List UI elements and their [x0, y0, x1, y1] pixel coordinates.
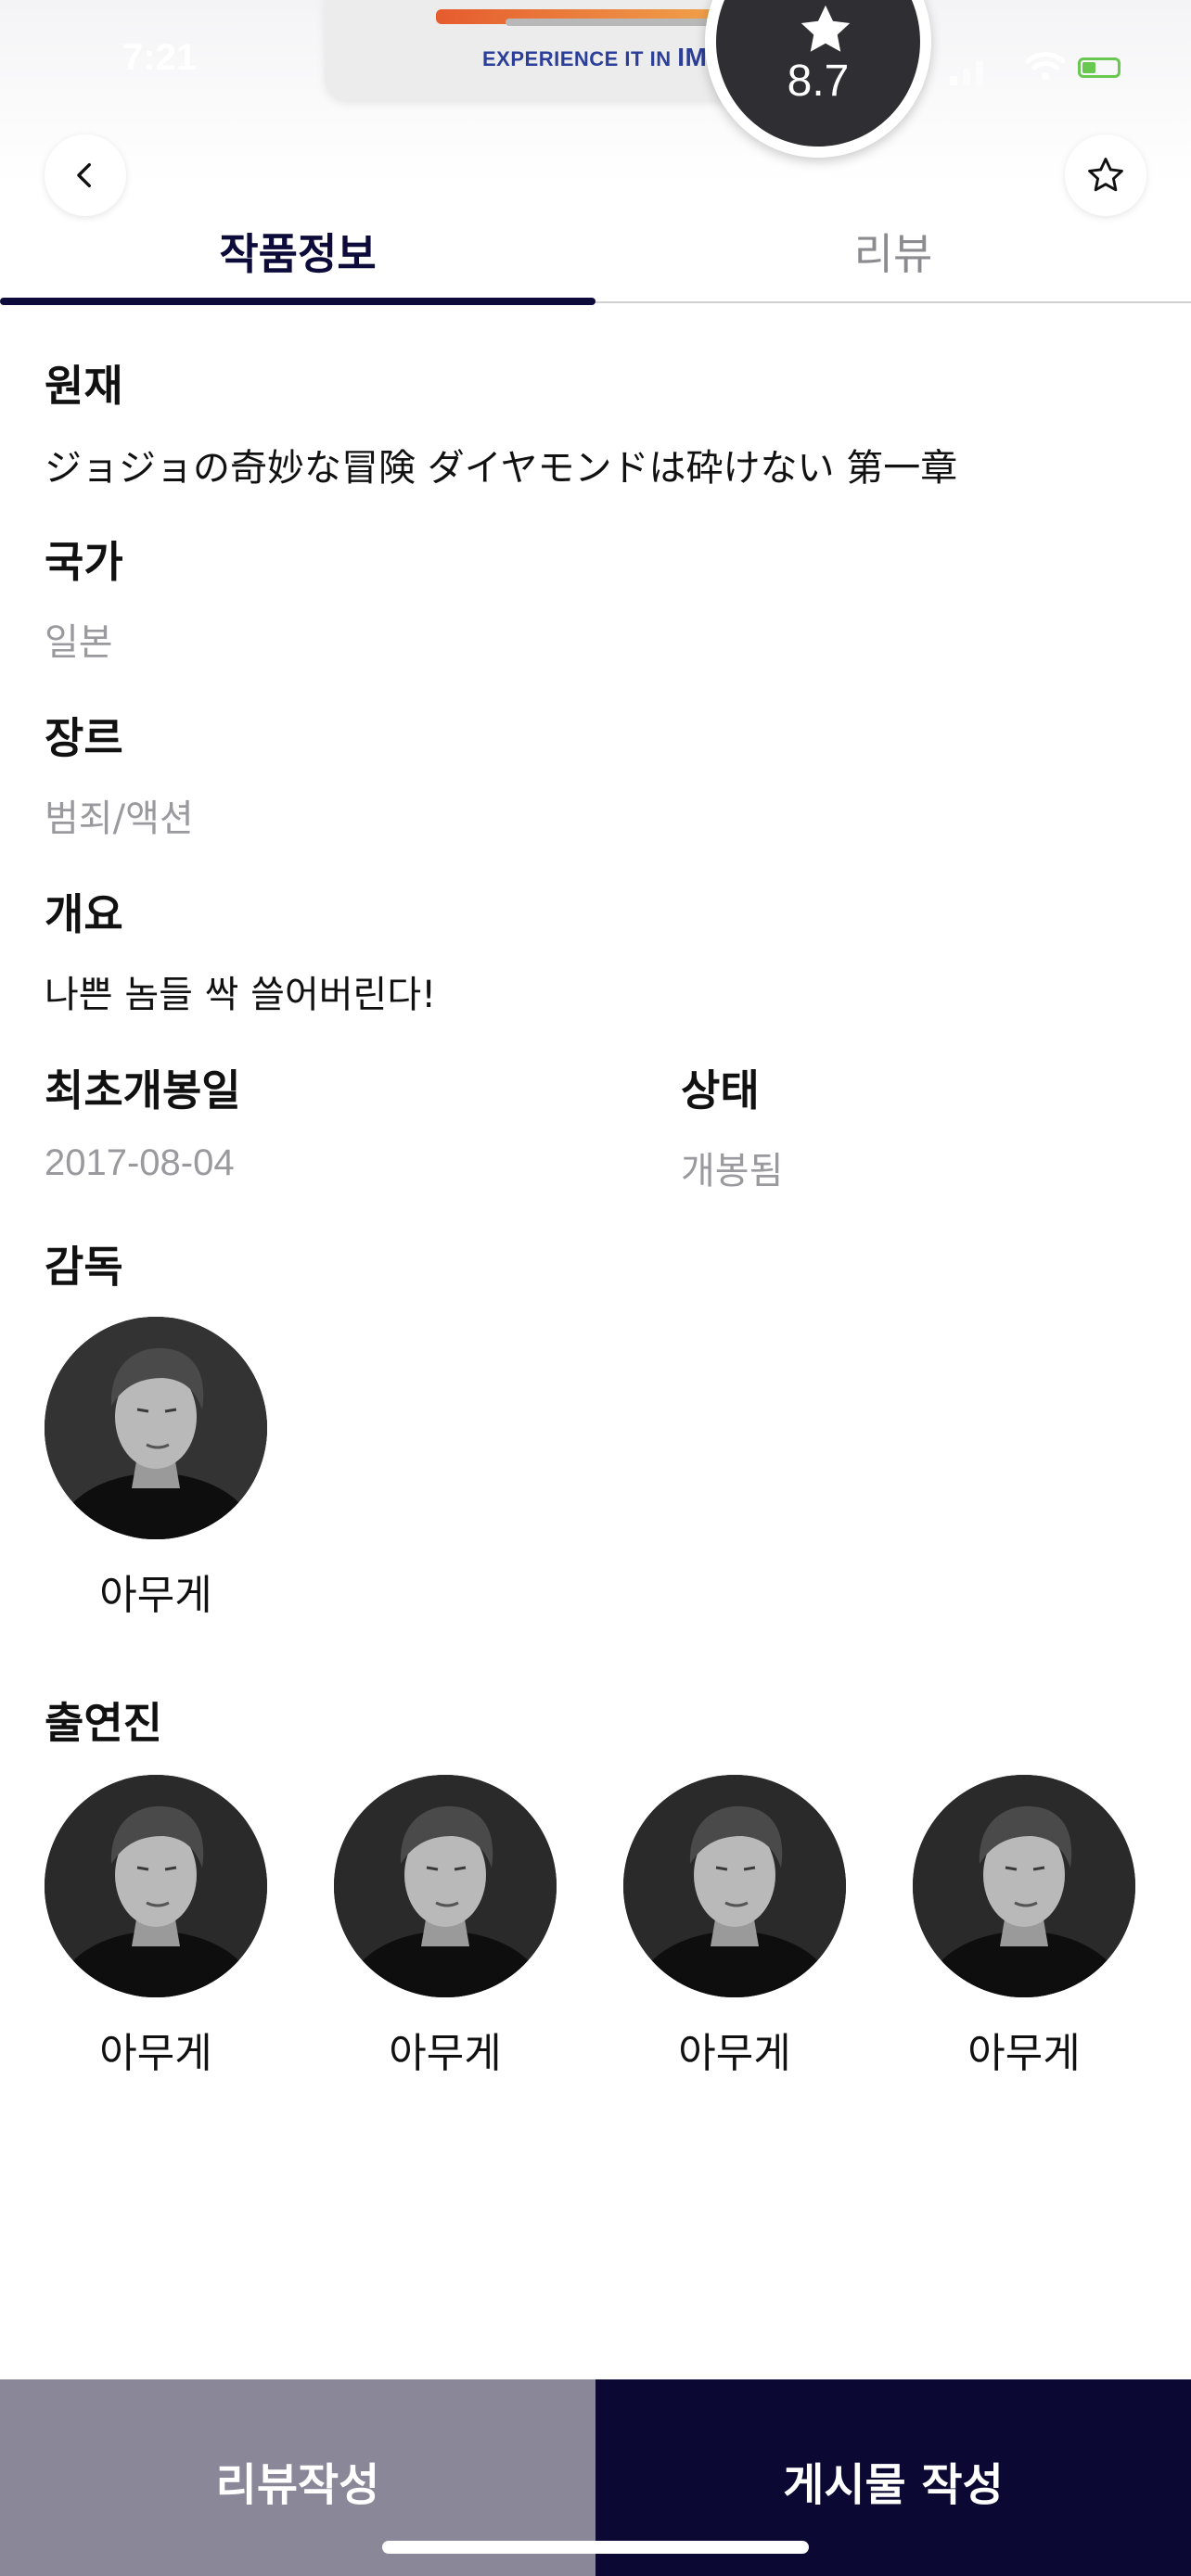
avatar	[913, 1775, 1135, 1997]
header: EXPERIENCE IT IN IMAX 7:21 8.7 작품정보 리뷰	[0, 0, 1191, 306]
wifi-icon	[1025, 52, 1066, 80]
rating-value: 8.7	[787, 57, 850, 106]
poster-experience-text: EXPERIENCE IT IN	[482, 47, 672, 70]
cast-card[interactable]: 아무게	[334, 1775, 557, 2079]
person-portrait-image	[45, 1775, 267, 1997]
person-portrait-image	[623, 1775, 846, 1997]
status-label: 상태	[681, 1065, 760, 1116]
cast-card[interactable]: 아무게	[45, 1775, 267, 2079]
release-date-label: 최초개봉일	[45, 1065, 241, 1116]
person-portrait-image	[334, 1775, 557, 1997]
avatar	[45, 1317, 267, 1539]
tab-bar: 작품정보 리뷰	[0, 199, 1191, 305]
cast-name: 아무게	[99, 2030, 212, 2077]
cast-label: 출연진	[45, 1698, 162, 1748]
country-value: 일본	[45, 621, 113, 664]
avatar	[334, 1775, 557, 1997]
cast-name: 아무게	[678, 2030, 791, 2077]
genre-value: 범죄/액션	[45, 797, 194, 840]
director-name: 아무게	[99, 1572, 212, 1619]
star-filled-icon	[800, 5, 851, 52]
original-label: 원재	[45, 361, 123, 411]
star-outline-icon	[1088, 158, 1123, 192]
tab-info[interactable]: 작품정보	[0, 199, 596, 303]
director-card[interactable]: 아무게	[45, 1317, 267, 1621]
cast-name: 아무게	[389, 2030, 502, 2077]
person-portrait-image	[913, 1775, 1135, 1997]
synopsis-label: 개요	[45, 889, 123, 939]
original-value: ジョジョの奇妙な冒険 ダイヤモンドは砕けない 第一章	[45, 447, 958, 490]
avatar	[45, 1775, 267, 1997]
status-time: 7:21	[122, 37, 198, 78]
signal-icon	[950, 76, 957, 85]
chevron-left-icon	[77, 162, 91, 188]
cast-name: 아무게	[967, 2030, 1081, 2077]
active-tab-indicator	[0, 298, 596, 305]
signal-bar	[963, 69, 970, 85]
poster-fine-print	[506, 19, 719, 26]
cast-card[interactable]: 아무게	[623, 1775, 846, 2079]
country-label: 국가	[45, 537, 123, 587]
tab-reviews[interactable]: 리뷰	[596, 199, 1191, 303]
genre-label: 장르	[45, 713, 123, 763]
person-portrait-image	[45, 1317, 267, 1539]
synopsis-value: 나쁜 놈들 싹 쓸어버린다!	[45, 974, 437, 1016]
avatar	[623, 1775, 846, 1997]
release-date-value: 2017-08-04	[45, 1142, 235, 1183]
cast-card[interactable]: 아무게	[913, 1775, 1135, 2079]
status-icons	[950, 48, 1121, 85]
status-value: 개봉됨	[681, 1150, 784, 1192]
home-indicator	[382, 2541, 809, 2554]
signal-bar	[976, 61, 983, 85]
rating-badge: 8.7	[705, 0, 931, 158]
battery-icon	[1078, 57, 1121, 78]
director-label: 감독	[45, 1242, 123, 1292]
